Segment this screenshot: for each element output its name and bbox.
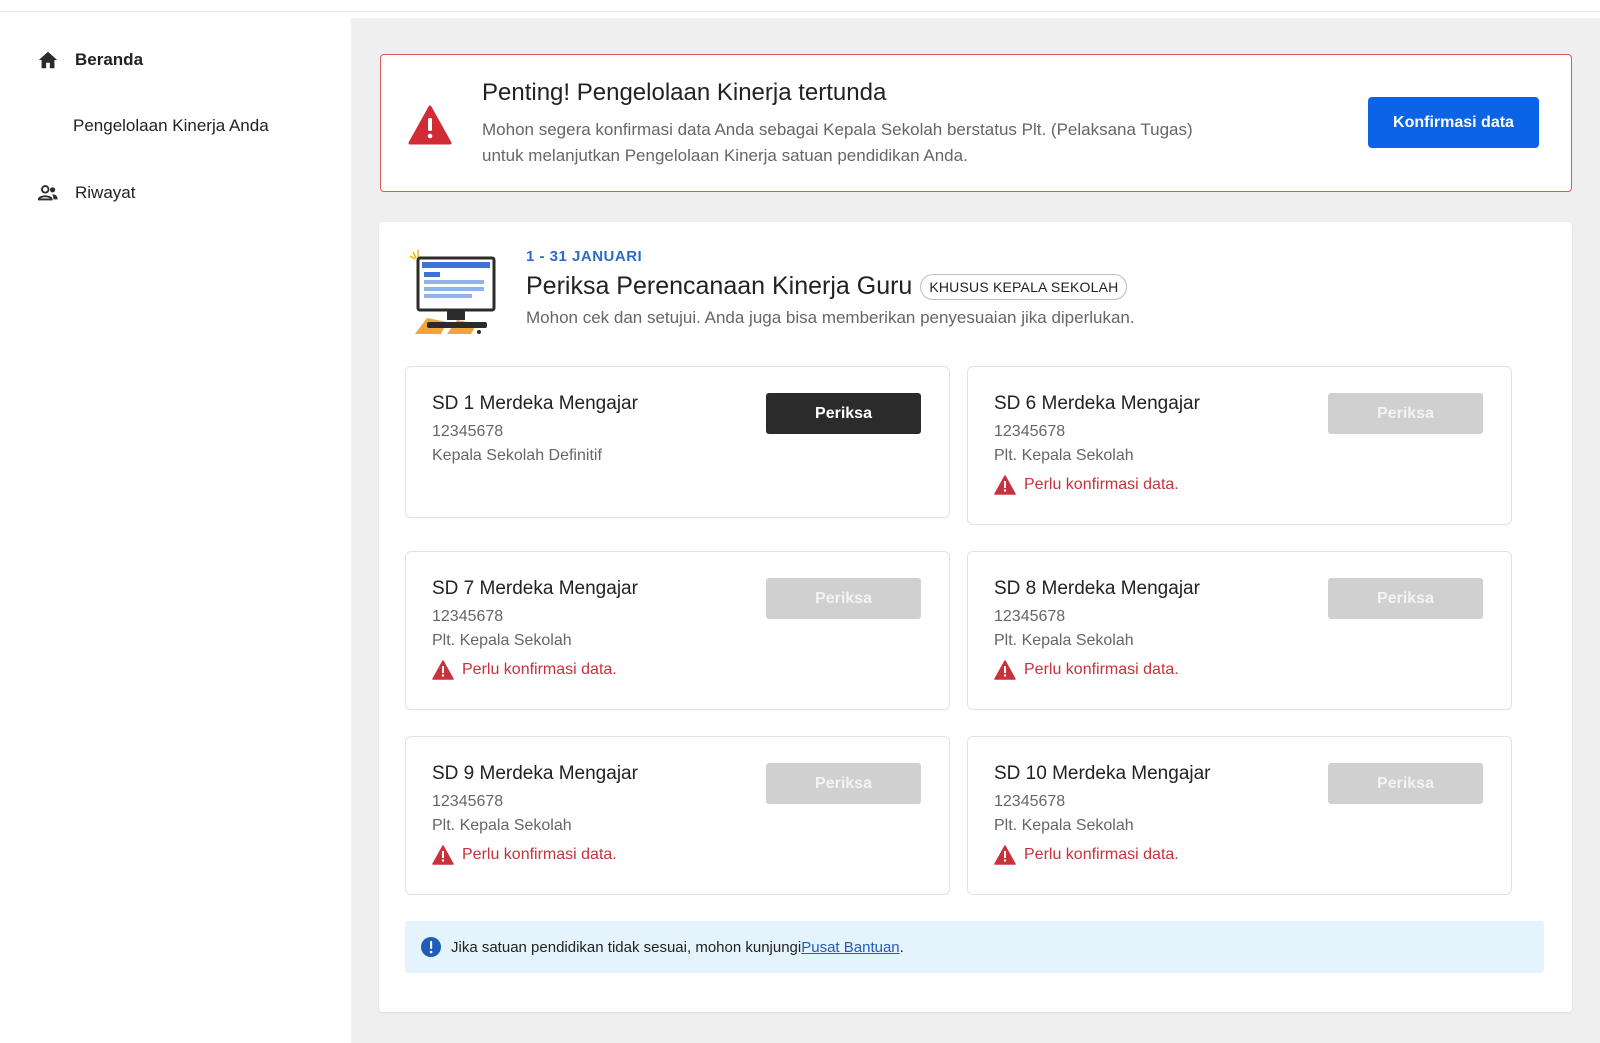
computer-illustration [409, 250, 496, 334]
alert-text: Mohon segera konfirmasi data Anda sebaga… [482, 120, 1193, 165]
school-name: SD 10 Merdeka Mengajar [994, 763, 1211, 784]
school-name: SD 1 Merdeka Mengajar [432, 393, 638, 414]
warning-triangle-icon [994, 475, 1016, 495]
periksa-button[interactable]: Periksa [766, 763, 921, 804]
main-content: Penting! Pengelolaan Kinerja tertunda Mo… [351, 18, 1600, 1043]
warning-text: Perlu konfirmasi data. [1024, 476, 1179, 493]
info-text: Jika satuan pendidikan tidak sesuai, moh… [451, 938, 802, 956]
school-card: SD 9 Merdeka Mengajar 12345678 Plt. Kepa… [405, 736, 950, 895]
periksa-button[interactable]: Periksa [766, 578, 921, 619]
sidebar: Beranda Pengelolaan Kinerja Anda Riwayat [0, 12, 351, 1043]
warning-triangle-icon [432, 845, 454, 865]
school-id: 12345678 [994, 423, 1066, 440]
panel-title: Periksa Perencanaan Kinerja Guru KHUSUS … [526, 272, 1128, 301]
confirm-data-warning: Perlu konfirmasi data. [432, 845, 617, 865]
school-id: 12345678 [432, 608, 504, 625]
pusat-bantuan-link[interactable]: Pusat Bantuan [801, 939, 899, 956]
top-bar [0, 0, 1600, 12]
panel-title-text: Periksa Perencanaan Kinerja Guru [526, 272, 913, 300]
warning-text: Perlu konfirmasi data. [462, 846, 617, 863]
periksa-button[interactable]: Periksa [766, 393, 921, 434]
school-id: 12345678 [432, 793, 504, 810]
sidebar-item-pengelolaan-kinerja[interactable]: Pengelolaan Kinerja Anda [73, 116, 269, 136]
konfirmasi-data-button[interactable]: Konfirmasi data [1368, 97, 1539, 148]
warning-triangle-icon [994, 845, 1016, 865]
school-id: 12345678 [994, 793, 1066, 810]
school-name: SD 7 Merdeka Mengajar [432, 578, 638, 599]
school-name: SD 8 Merdeka Mengajar [994, 578, 1200, 599]
warning-text: Perlu konfirmasi data. [1024, 661, 1179, 678]
periksa-button[interactable]: Periksa [1328, 763, 1483, 804]
school-card: SD 7 Merdeka Mengajar 12345678 Plt. Kepa… [405, 551, 950, 710]
warning-triangle-icon [994, 660, 1016, 680]
warning-triangle-icon [432, 660, 454, 680]
school-name: SD 9 Merdeka Mengajar [432, 763, 638, 784]
school-role: Plt. Kepala Sekolah [994, 632, 1134, 649]
confirm-data-warning: Perlu konfirmasi data. [994, 660, 1179, 680]
school-role: Plt. Kepala Sekolah [994, 817, 1134, 834]
home-icon [38, 51, 58, 69]
school-name: SD 6 Merdeka Mengajar [994, 393, 1200, 414]
school-role: Kepala Sekolah Definitif [432, 447, 602, 464]
school-role: Plt. Kepala Sekolah [432, 632, 572, 649]
warning-text: Perlu konfirmasi data. [1024, 846, 1179, 863]
school-role: Plt. Kepala Sekolah [432, 817, 572, 834]
school-id: 12345678 [432, 423, 504, 440]
sidebar-item-beranda[interactable]: Beranda [37, 49, 143, 71]
performance-panel: 1 - 31 JANUARI Periksa Perencanaan Kiner… [379, 222, 1572, 1012]
school-id: 12345678 [994, 608, 1066, 625]
school-role: Plt. Kepala Sekolah [994, 447, 1134, 464]
school-card: SD 8 Merdeka Mengajar 12345678 Plt. Kepa… [967, 551, 1512, 710]
period-label: 1 - 31 JANUARI [526, 248, 643, 265]
school-card: SD 1 Merdeka Mengajar 12345678 Kepala Se… [405, 366, 950, 518]
warning-triangle-icon [408, 105, 452, 145]
info-circle-icon [421, 937, 441, 957]
periksa-button[interactable]: Periksa [1328, 578, 1483, 619]
sidebar-item-label: Pengelolaan Kinerja Anda [73, 116, 269, 135]
confirm-data-warning: Perlu konfirmasi data. [432, 660, 617, 680]
confirm-data-warning: Perlu konfirmasi data. [994, 475, 1179, 495]
pending-alert: Penting! Pengelolaan Kinerja tertunda Mo… [380, 54, 1572, 192]
school-card: SD 10 Merdeka Mengajar 12345678 Plt. Kep… [967, 736, 1512, 895]
info-suffix: . [899, 938, 904, 956]
periksa-button[interactable]: Periksa [1328, 393, 1483, 434]
panel-subtitle: Mohon cek dan setujui. Anda juga bisa me… [526, 308, 1135, 327]
people-icon [37, 185, 58, 201]
warning-text: Perlu konfirmasi data. [462, 661, 617, 678]
alert-title: Penting! Pengelolaan Kinerja tertunda [482, 79, 887, 106]
sidebar-item-label: Riwayat [75, 183, 136, 202]
help-info-banner: Jika satuan pendidikan tidak sesuai, moh… [405, 921, 1544, 973]
confirm-data-warning: Perlu konfirmasi data. [994, 845, 1179, 865]
sidebar-item-label: Beranda [75, 50, 144, 69]
school-card: SD 6 Merdeka Mengajar 12345678 Plt. Kepa… [967, 366, 1512, 525]
principal-only-badge: KHUSUS KEPALA SEKOLAH [920, 273, 1128, 300]
sidebar-item-riwayat[interactable]: Riwayat [37, 182, 135, 204]
